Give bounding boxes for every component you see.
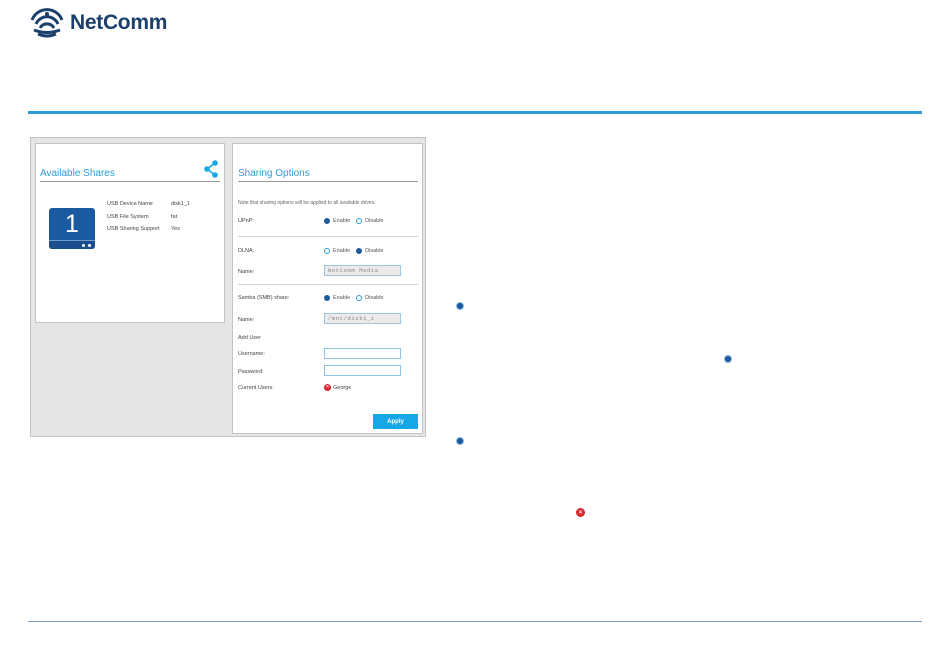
- current-users-label: Current Users:: [238, 385, 274, 391]
- disk-led: [88, 244, 91, 247]
- current-user-tag: ✕ George: [324, 384, 351, 391]
- brand-name: NetComm: [70, 11, 168, 34]
- panel-title-rule: [40, 181, 220, 182]
- add-user-label: Add User: [238, 335, 261, 341]
- remove-user-icon[interactable]: ✕: [324, 384, 331, 391]
- section-divider: [238, 284, 418, 285]
- disk-base: [49, 240, 95, 249]
- usb-disk-icon: 1: [49, 208, 95, 249]
- footer-divider: [28, 621, 922, 622]
- usb-device-name-value: disk1_1: [171, 201, 190, 207]
- header-divider: [28, 111, 922, 114]
- samba-enable-radio[interactable]: [324, 295, 330, 301]
- dlna-name-field[interactable]: NetComm Media: [324, 265, 401, 276]
- dlna-enable-radio[interactable]: [324, 248, 330, 254]
- dlna-label: DLNA:: [238, 248, 255, 254]
- radio-label: Disable: [365, 295, 384, 301]
- samba-disable-radio[interactable]: [356, 295, 363, 301]
- samba-radio-group: Enable Disable: [324, 295, 389, 301]
- panel-title-rule: [238, 181, 418, 182]
- usb-sharing-support-label: USB Sharing Support: [107, 226, 160, 232]
- share-icon[interactable]: [203, 160, 219, 178]
- upnp-label: UPnP:: [238, 218, 254, 224]
- apply-button[interactable]: Apply: [373, 414, 418, 429]
- dlna-name-label: Name:: [238, 269, 255, 275]
- usb-file-system-value: fat: [171, 214, 178, 220]
- radio-label: Disable: [365, 248, 384, 254]
- usb-sharing-screenshot: Available Shares 1 USB Device Name disk1…: [30, 137, 426, 437]
- usb-sharing-support-value: Yes: [171, 226, 180, 232]
- radio-label: Enable: [333, 295, 351, 301]
- current-user-name: George: [333, 384, 352, 391]
- available-shares-panel: Available Shares 1 USB Device Name disk1…: [35, 143, 225, 323]
- disk-number: 1: [65, 210, 79, 238]
- section-divider: [238, 236, 418, 237]
- radio-label: Enable: [333, 218, 351, 224]
- password-label: Password:: [238, 369, 264, 375]
- username-input[interactable]: [324, 348, 401, 359]
- upnp-radio-group: Enable Disable: [324, 218, 389, 224]
- netcomm-logo: NetComm: [30, 7, 167, 39]
- upnp-enable-radio[interactable]: [324, 218, 330, 224]
- usb-device-name-label: USB Device Name: [107, 201, 153, 207]
- password-input[interactable]: [324, 365, 401, 376]
- radio-bullet-icon: [724, 355, 732, 363]
- panel-title: Available Shares: [40, 168, 115, 179]
- samba-name-field[interactable]: /mnt/disk1_1: [324, 313, 401, 324]
- disk-led: [82, 244, 85, 247]
- usb-file-system-label: USB File System: [107, 214, 149, 220]
- radio-bullet-icon: [456, 437, 464, 445]
- remove-x-icon: ✕: [576, 508, 585, 517]
- sharing-note: Note that sharing options will be applie…: [238, 200, 376, 206]
- wifi-logo-icon: [30, 8, 64, 38]
- samba-label: Samba (SMB) share:: [238, 295, 290, 301]
- dlna-disable-radio[interactable]: [356, 248, 363, 254]
- samba-name-label: Name:: [238, 317, 255, 323]
- radio-bullet-icon: [456, 302, 464, 310]
- radio-label: Disable: [365, 218, 384, 224]
- panel-title: Sharing Options: [238, 168, 310, 179]
- username-label: Username:: [238, 351, 265, 357]
- sharing-options-panel: Sharing Options Note that sharing option…: [232, 143, 423, 434]
- radio-label: Enable: [333, 248, 351, 254]
- upnp-disable-radio[interactable]: [356, 218, 363, 224]
- dlna-radio-group: Enable Disable: [324, 248, 389, 254]
